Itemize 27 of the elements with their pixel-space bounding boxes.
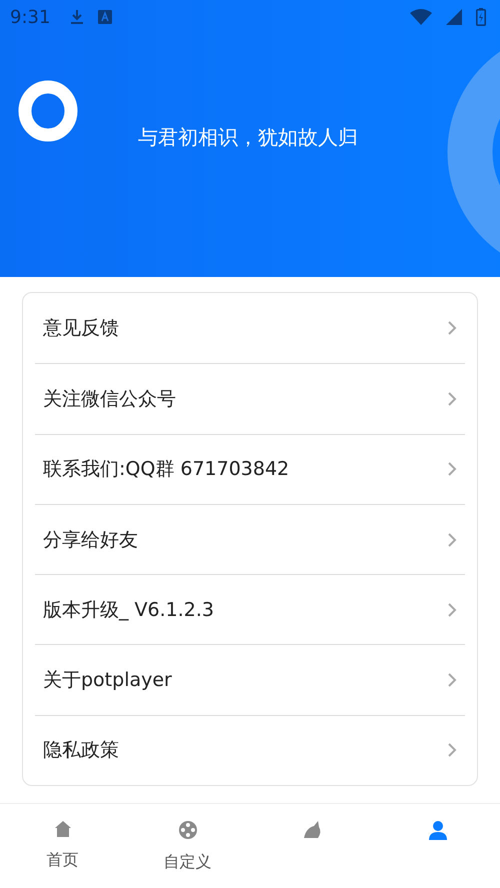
chevron-right-icon — [447, 532, 457, 548]
nav-tab[interactable]: 首页 — [0, 804, 125, 888]
menu-item[interactable]: 关注微信公众号 — [35, 363, 465, 434]
person-icon — [428, 820, 448, 840]
menu-item[interactable]: 关于potplayer — [35, 644, 465, 715]
chevron-right-icon — [447, 320, 457, 336]
chevron-right-icon — [447, 742, 457, 758]
slogan: 与君初相识，犹如故人归 — [138, 124, 358, 151]
download-icon — [70, 9, 84, 25]
keyboard-icon — [98, 10, 112, 24]
menu-item[interactable]: 版本升级_ V6.1.2.3 — [35, 574, 465, 644]
ring-logo — [18, 80, 78, 142]
menu-item[interactable]: 分享给好友 — [35, 504, 465, 574]
chevron-right-icon — [447, 602, 457, 618]
signal-icon — [446, 9, 462, 25]
status-time: 9:31 — [10, 6, 50, 28]
chevron-right-icon — [447, 672, 457, 688]
wifi-icon — [410, 9, 432, 25]
chevron-right-icon — [447, 390, 457, 407]
film-reel-icon — [178, 820, 198, 840]
nav-tab[interactable]: 自定义 — [125, 804, 250, 888]
battery-icon — [476, 8, 486, 26]
chevron-right-icon — [447, 461, 457, 478]
menu-item[interactable]: 隐私政策 — [35, 714, 465, 786]
home-icon — [54, 820, 72, 838]
menu-item[interactable]: 意见反馈 — [35, 293, 465, 364]
menu-item[interactable]: 联系我们:QQ群 671703842 — [35, 434, 465, 504]
